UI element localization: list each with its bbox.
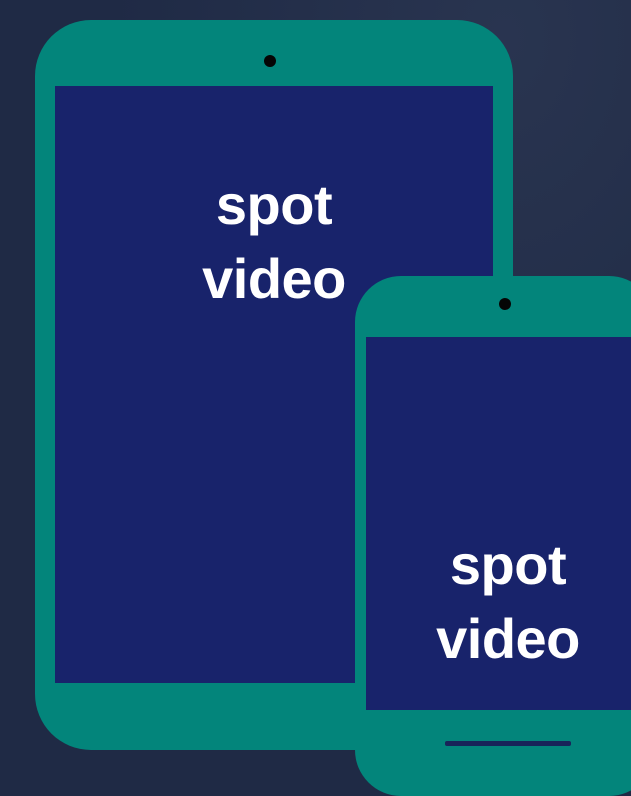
tablet-label-line1: spot [215, 173, 333, 236]
phone-camera-icon [499, 298, 511, 310]
phone-spot-video-label: spot video [417, 528, 599, 676]
phone-device: spot video [355, 276, 631, 796]
tablet-camera-icon [264, 55, 276, 67]
phone-home-bar [445, 741, 571, 746]
phone-label-line1: spot [449, 533, 567, 596]
phone-label-line2: video [436, 607, 580, 670]
